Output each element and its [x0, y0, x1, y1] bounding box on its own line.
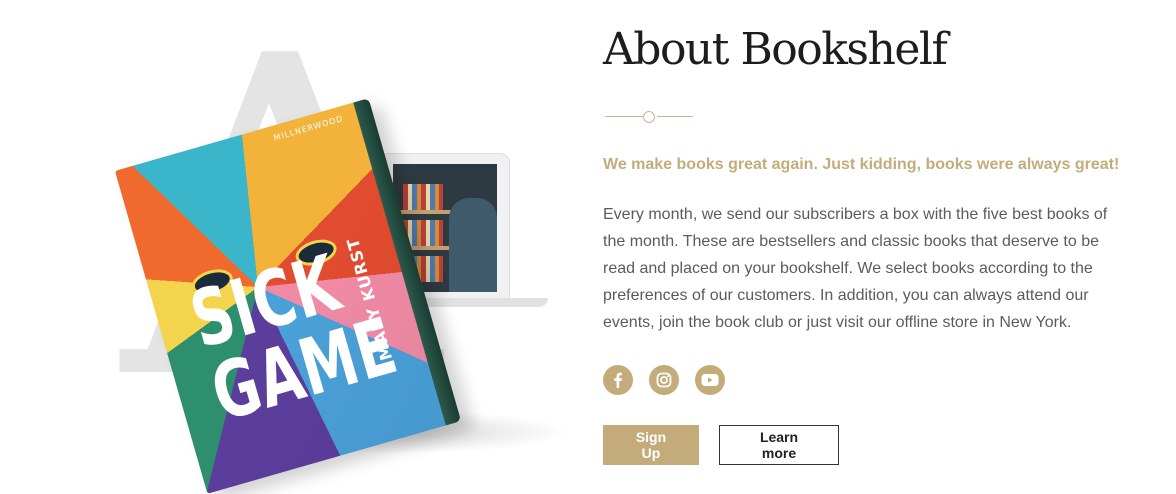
page-title: About Bookshelf [603, 24, 948, 75]
sign-up-button[interactable]: Sign Up [603, 425, 699, 465]
ornament-divider [605, 110, 693, 124]
facebook-icon [614, 372, 622, 388]
social-links [603, 365, 725, 395]
about-description: Every month, we send our subscribers a b… [603, 206, 1108, 331]
instagram-link[interactable] [649, 365, 679, 395]
divider-line [657, 116, 693, 117]
divider-circle [643, 111, 655, 123]
instagram-icon [656, 372, 672, 388]
divider-line [605, 116, 643, 117]
bookshelf-books [403, 184, 443, 210]
learn-more-button[interactable]: Learn more [719, 425, 839, 465]
hero-illustration: A MILLNERWOOD SICK GAME MARY KURST [60, 0, 580, 494]
youtube-icon [701, 374, 719, 386]
reader-figure [449, 198, 497, 292]
tagline: We make books great again. Just kidding,… [603, 156, 1120, 173]
youtube-link[interactable] [695, 365, 725, 395]
action-buttons: Sign Up Learn more [603, 425, 839, 465]
facebook-link[interactable] [603, 365, 633, 395]
